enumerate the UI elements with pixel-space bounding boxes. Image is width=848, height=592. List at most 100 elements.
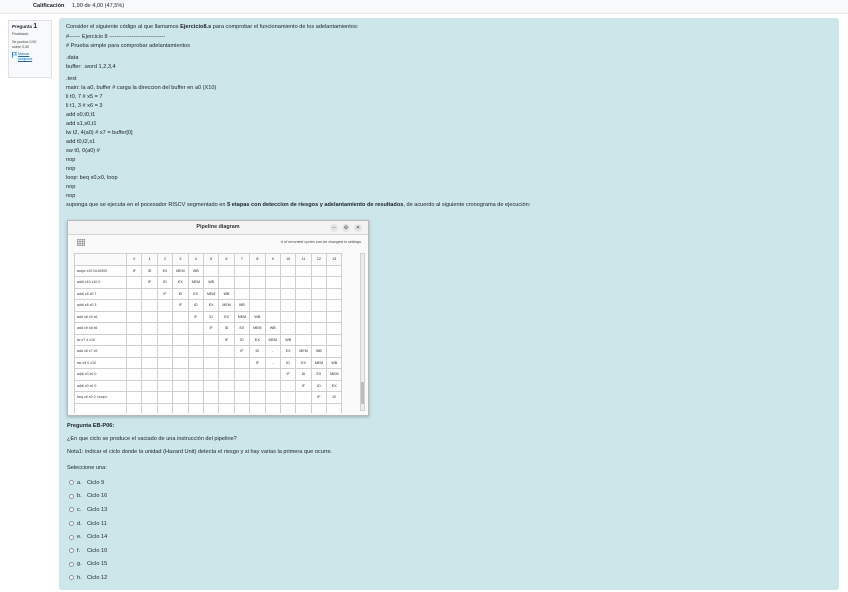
stage-cell [310,310,328,323]
stage-cell [264,310,281,323]
stage-cell [279,391,297,404]
code-line: lw t2, 4(a0) # x7 = buffer[0] [66,130,133,136]
stage-cell [249,264,266,277]
stage-cell [187,356,204,369]
stage-cell [125,322,143,335]
stage-cell [233,368,251,381]
flag-label: pregunta [18,56,33,61]
instruction-cell: addi x6 x0 3 [74,299,127,312]
stage-cell [264,287,281,300]
stage-cell: IF [172,299,189,312]
stage-cell: EX [249,333,266,346]
stage-cell [233,264,251,277]
answer-text: Ciclo 12 [87,574,108,581]
stage-cell [264,391,281,404]
grade-value: 1,90 de 4,00 (47,5%) [72,3,125,9]
flag-question-link[interactable]: Marcar pregunta [12,52,48,61]
table-icon[interactable] [77,239,85,246]
answer-radio[interactable] [69,548,74,554]
answer-text: Ciclo 13 [87,506,108,513]
stage-cell [187,333,204,346]
stage-cell [202,264,220,277]
answer-radio[interactable] [69,534,74,540]
answer-radio[interactable] [69,575,74,581]
answer-text: Ciclo 14 [87,534,108,541]
stage-cell [141,379,158,392]
code-line: nop [66,166,76,172]
scrollbar-thumb[interactable] [361,382,364,404]
stage-cell: ID [187,299,204,312]
answer-option[interactable]: a. Ciclo 9 [69,476,107,490]
answer-radio[interactable] [69,561,74,567]
stage-cell [202,379,220,392]
stage-cell [156,402,174,413]
answer-text: Ciclo 15 [87,561,108,568]
stage-cell [295,264,312,277]
stage-cell: - [264,345,281,358]
answer-letter: a. [77,479,82,486]
stage-cell: IF [249,356,266,369]
code-line: add s1,s0,t1 [66,121,97,127]
answer-text: Ciclo 11 [87,520,107,527]
code-line: #------ Ejercicio 8 --------------------… [66,34,166,40]
code-line: loop: beq x0,x0, loop [66,175,118,181]
pipeline-table: 0 1 2 3 4 5 6 7 8 9 10 11 12 13 auipc x10 0x10000 IF ID… [74,253,343,413]
pipeline-row: beq x0 x0 0 <loop> IF ID [74,391,343,404]
answer-option[interactable]: g. Ciclo 15 [69,558,107,572]
answer-option[interactable]: h. Ciclo 12 [69,571,107,585]
intro-pre: Consider el siguiente código al que llam… [66,24,181,30]
stage-cell [249,368,266,381]
stage-cell [310,264,328,277]
instruction-cell [74,402,127,413]
answer-option[interactable]: f. Ciclo 10 [69,544,107,558]
stage-cell: EX [279,345,297,358]
stage-cell: MEM [218,299,235,312]
cycle-header-cell: 8 [249,253,266,266]
stage-cell [187,391,204,404]
answer-radio[interactable] [69,480,74,486]
cycle-header-cell: 9 [264,253,281,266]
stage-cell [156,391,174,404]
cycle-header-cell: 13 [326,253,343,266]
close-button[interactable]: ✕ [354,224,362,232]
pipeline-row: addi x0 x0 0 IF ID EX MEM [74,368,343,381]
answer-option[interactable]: e. Ciclo 14 [69,530,107,544]
minimize-button[interactable]: – [330,224,338,232]
instruction-header-cell [74,253,127,266]
stage-cell [141,368,158,381]
pipeline-row: addi x5 x0 7 IF ID EX MEM WB [74,287,343,300]
pipeline-row: addi x0 x0 0 IF ID EX [74,379,343,392]
pipeline-row: add x9 x8 x6 IF ID EX MEM WB [74,322,343,335]
stage-cell: WB [326,356,343,369]
answer-option[interactable]: d. Ciclo 11 [69,517,107,531]
stage-cell: MEM [295,345,312,358]
instruction-cell: add x8 x5 x6 [74,310,127,323]
stage-cell: MEM [187,276,204,289]
question-grade: Se puntúa 0,50 sobre 0,50 [12,40,48,49]
instruction-cell: addi x10 x10 0 [74,276,127,289]
answer-option[interactable]: c. Ciclo 13 [69,503,107,517]
stage-cell [264,368,281,381]
stage-cell [141,391,158,404]
answer-radio[interactable] [69,507,74,513]
stage-cell [156,299,174,312]
stage-cell: EX [156,264,174,277]
stage-cell [156,310,174,323]
stage-cell: WB [249,310,266,323]
stage-cell: MEM [202,287,220,300]
stage-cell [187,402,204,413]
answer-radio[interactable] [69,493,74,499]
pipeline-grid-viewport[interactable]: 0 1 2 3 4 5 6 7 8 9 10 11 12 13 auipc x10 0x10000 IF ID… [74,253,356,413]
answer-radio[interactable] [69,521,74,527]
stage-cell [172,379,189,392]
settings-button[interactable]: ⚙ [342,224,350,232]
stage-cell [187,379,204,392]
cycle-header-cell: 3 [172,253,189,266]
answer-option[interactable]: b. Ciclo 16 [69,490,107,504]
vertical-scrollbar[interactable] [360,253,365,411]
answer-letter: b. [77,493,82,500]
stage-cell [125,368,143,381]
stage-cell [172,310,189,323]
code-line: sw t0, 0(a0) # [66,148,100,154]
stage-cell [295,391,312,404]
